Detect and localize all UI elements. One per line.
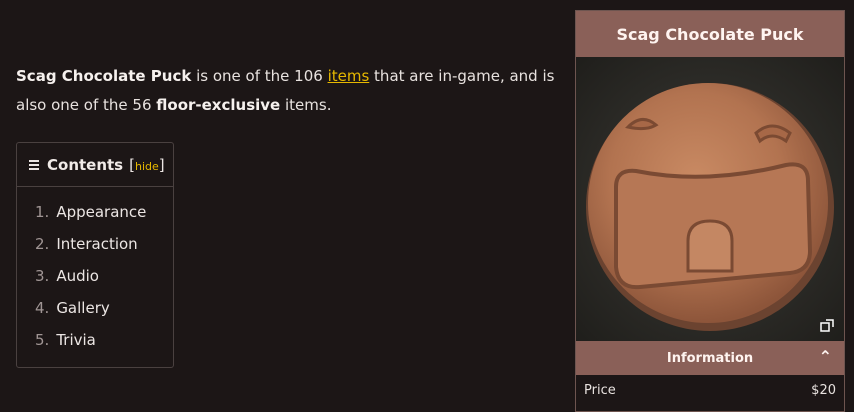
infobox-title: Scag Chocolate Puck xyxy=(576,11,844,57)
infobox-row: Price $20 xyxy=(576,375,844,406)
list-icon xyxy=(29,158,41,172)
toc-item-label[interactable]: Trivia xyxy=(56,331,96,349)
toc-list: 1. Appearance 2. Interaction 3. Audio 4. Gal… xyxy=(17,187,173,356)
toc-item-gallery[interactable]: 4. Gallery xyxy=(35,292,173,324)
infobox-section-header[interactable]: Information ⌃ xyxy=(576,341,844,375)
toc-item-trivia[interactable]: 5. Trivia xyxy=(35,324,173,356)
intro-paragraph: Scag Chocolate Puck is one of the 106 it… xyxy=(16,62,556,120)
table-of-contents: Contents [hide] 1. Appearance 2. Interacti… xyxy=(16,142,174,368)
items-link[interactable]: items xyxy=(328,67,370,85)
toc-bracket-close: ] xyxy=(158,155,165,174)
toc-item-label[interactable]: Audio xyxy=(56,267,99,285)
toc-item-number: 5. xyxy=(35,331,50,349)
toc-item-label[interactable]: Interaction xyxy=(56,235,137,253)
toc-item-appearance[interactable]: 1. Appearance xyxy=(35,196,173,228)
toc-item-number: 2. xyxy=(35,235,50,253)
toc-item-number: 4. xyxy=(35,299,50,317)
toc-item-number: 3. xyxy=(35,267,50,285)
toc-item-audio[interactable]: 3. Audio xyxy=(35,260,173,292)
infobox: Scag Chocolate Puck Information ⌃ Price … xyxy=(575,10,845,412)
toc-hide-link[interactable]: hide xyxy=(135,160,159,173)
toc-item-interaction[interactable]: 2. Interaction xyxy=(35,228,173,260)
infobox-row-label: Price xyxy=(584,383,616,398)
toc-item-number: 1. xyxy=(35,203,50,221)
item-image[interactable] xyxy=(576,57,844,341)
infobox-row-value: $20 xyxy=(811,383,836,398)
toc-toggle: [hide] xyxy=(129,156,165,174)
toc-header: Contents [hide] xyxy=(17,143,173,187)
item-name: Scag Chocolate Puck xyxy=(16,67,192,85)
toc-item-label[interactable]: Gallery xyxy=(56,299,109,317)
expand-icon[interactable] xyxy=(820,319,834,333)
toc-title: Contents xyxy=(47,155,124,174)
toc-item-label[interactable]: Appearance xyxy=(56,203,146,221)
intro-text-3: items. xyxy=(280,96,332,114)
chevron-up-icon[interactable]: ⌃ xyxy=(819,347,832,366)
infobox-section-title: Information xyxy=(666,350,754,366)
chocolate-puck-image xyxy=(586,83,834,331)
floor-exclusive-term: floor-exclusive xyxy=(156,96,281,114)
intro-text-1: is one of the 106 xyxy=(191,67,328,85)
